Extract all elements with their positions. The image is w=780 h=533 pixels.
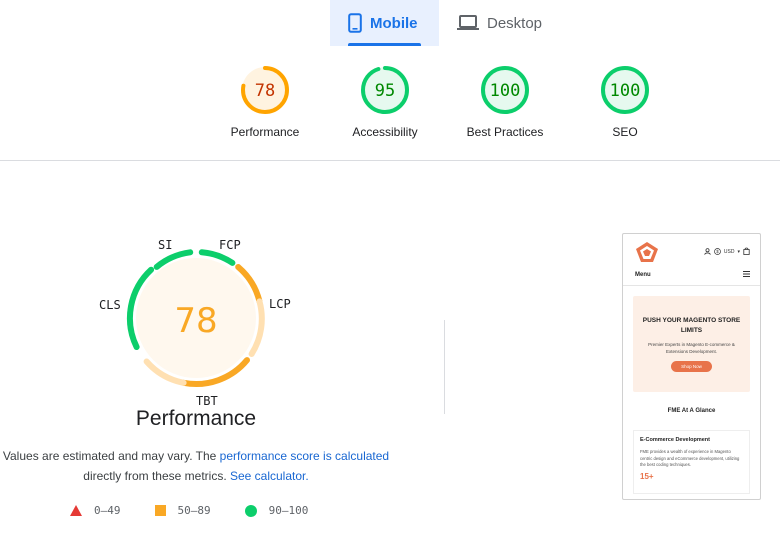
final-screenshot-thumbnail[interactable]: $ USD ▾ Menu PUSH YOUR MAGENTO STORE LIM… [622, 233, 761, 500]
tab-mobile[interactable]: Mobile [330, 0, 439, 46]
performance-title: Performance [135, 407, 257, 430]
thumb-hero: PUSH YOUR MAGENTO STORE LIMITS Premier E… [633, 296, 750, 392]
thumb-card-title: E-Commerce Development [640, 437, 710, 443]
category-gauges: 78 Performance 95 Accessibility 100 Best… [0, 64, 780, 154]
chevron-down-icon: ▾ [737, 249, 740, 255]
performance-big-score: 78 [174, 301, 217, 341]
thumb-header: $ USD ▾ [623, 234, 760, 270]
thumb-menu-label: Menu [635, 272, 651, 278]
gauge-best-practices-ring: 100 [481, 66, 529, 114]
user-icon [704, 247, 711, 257]
square-icon [154, 505, 166, 516]
device-tabs: Mobile Desktop [330, 0, 558, 46]
gauge-accessibility[interactable]: 95 Accessibility [325, 64, 445, 139]
gauge-seo[interactable]: 100 SEO [565, 64, 685, 139]
smartphone-icon [348, 13, 362, 33]
metric-label-lcp: LCP [269, 297, 291, 311]
description-text-2: directly from these metrics. [83, 469, 230, 483]
section-divider [0, 160, 780, 161]
gauge-performance[interactable]: 78 Performance [205, 64, 325, 139]
svg-text:$: $ [716, 249, 719, 254]
gauge-accessibility-ring: 95 [361, 66, 409, 114]
thumb-tools: $ USD ▾ [704, 247, 750, 257]
thumb-glance-heading: FME At A Glance [667, 408, 716, 414]
metric-label-cls: CLS [99, 298, 121, 312]
performance-description: Values are estimated and may vary. The p… [0, 446, 392, 486]
legend-pass-range: 90–100 [268, 504, 309, 517]
gauge-performance-ring: 78 [241, 66, 289, 114]
performance-score-link[interactable]: performance score is calculated [220, 449, 389, 463]
gauge-best-practices-score: 100 [490, 81, 521, 101]
gauge-performance-label: Performance [230, 125, 300, 139]
gauge-seo-ring: 100 [601, 66, 649, 114]
score-legend: 0–49 50–89 90–100 [70, 504, 342, 517]
cart-icon [743, 247, 750, 257]
metric-label-fcp: FCP [219, 238, 241, 252]
legend-fail: 0–49 [70, 504, 121, 517]
gauge-best-practices-label: Best Practices [466, 125, 544, 139]
thumb-divider [623, 285, 760, 286]
triangle-icon [70, 505, 82, 516]
see-calculator-link[interactable]: See calculator. [230, 469, 309, 483]
thumb-card: E-Commerce Development FME provides a we… [633, 430, 750, 494]
tab-desktop-label: Desktop [487, 14, 543, 32]
currency-icon: $ [714, 247, 721, 257]
thumb-hero-title: PUSH YOUR MAGENTO STORE LIMITS [642, 317, 741, 334]
fme-logo-icon [635, 241, 659, 263]
currency-label: USD [723, 249, 735, 255]
tab-mobile-label: Mobile [370, 14, 418, 32]
legend-fail-range: 0–49 [94, 504, 121, 517]
legend-average-range: 50–89 [177, 504, 211, 517]
thumb-hero-subtitle: Premier Experts in Magento E-commerce & … [648, 342, 735, 354]
circle-icon [244, 504, 257, 517]
gauge-accessibility-label: Accessibility [352, 125, 418, 139]
gauge-best-practices[interactable]: 100 Best Practices [445, 64, 565, 139]
gauge-seo-score: 100 [610, 81, 641, 101]
performance-metrics-gauge: 78 SI FCP LCP TBT CLS [96, 236, 296, 436]
thumb-shop-button: Shop Now [671, 361, 712, 372]
thumb-menu-bar: Menu [623, 270, 760, 280]
legend-pass: 90–100 [244, 504, 309, 517]
vertical-divider [444, 320, 445, 414]
gauge-performance-score: 78 [255, 81, 275, 101]
laptop-icon [457, 15, 479, 31]
gauge-accessibility-score: 95 [375, 81, 395, 101]
legend-average: 50–89 [154, 504, 211, 517]
thumb-card-text: FME provides a wealth of experience in M… [640, 449, 740, 467]
tab-desktop[interactable]: Desktop [439, 0, 558, 46]
description-text-1: Values are estimated and may vary. The [2, 449, 220, 463]
hamburger-menu-icon [743, 271, 750, 279]
metric-label-tbt: TBT [196, 394, 218, 408]
metric-label-si: SI [158, 238, 173, 252]
thumb-card-number: 15+ [640, 471, 654, 481]
gauge-seo-label: SEO [612, 125, 638, 139]
